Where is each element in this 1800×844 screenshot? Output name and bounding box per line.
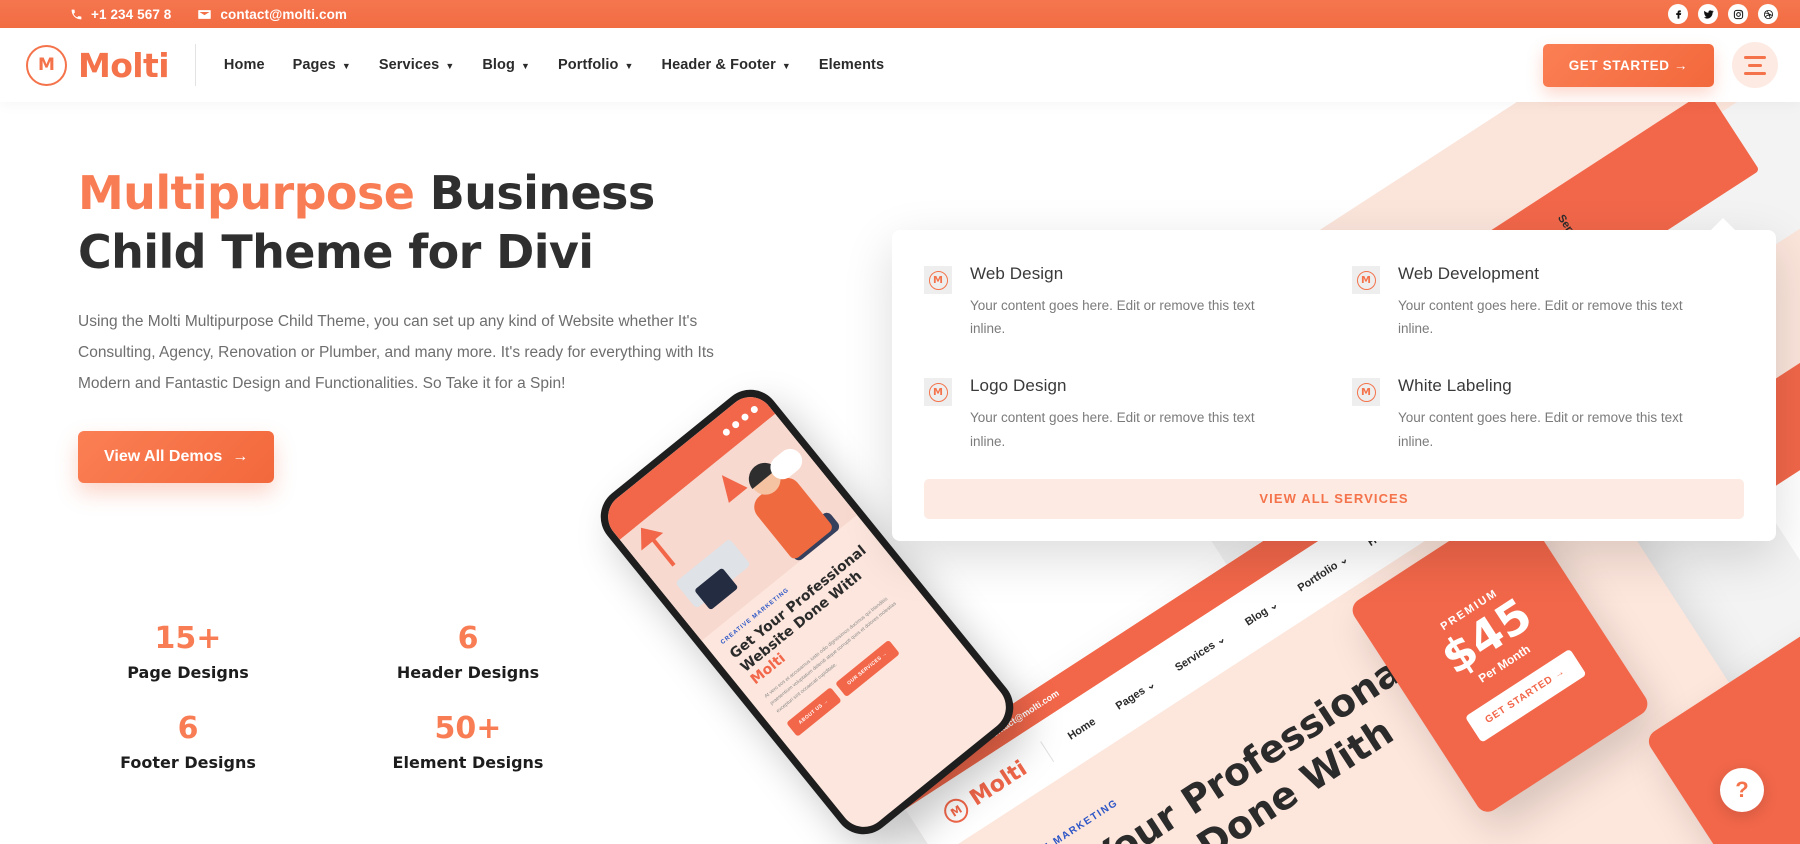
nav-item-blog[interactable]: Blog ▼ [482,57,530,73]
hamburger-icon[interactable] [1732,42,1778,88]
twitter-icon[interactable] [1698,4,1718,24]
page-title: Multipurpose Business Child Theme for Di… [78,164,758,282]
services-grid: M Web Design Your content goes here. Edi… [924,264,1744,453]
service-description: Your content goes here. Edit or remove t… [970,410,1255,449]
nav-item-portfolio[interactable]: Portfolio ▼ [558,57,634,73]
hero-section: Services & Footer +1 234 567 8 contact@m… [0,102,1800,844]
desktop-mockup-divider [1039,741,1054,763]
brand-mark-letter: M [38,54,55,75]
nav-label: Blog [482,57,515,73]
hero-title-highlight: Multipurpose [78,166,415,220]
nav-item-elements[interactable]: Elements [819,57,884,73]
molti-logo-icon: M [939,794,973,828]
chevron-down-icon: ▼ [781,61,791,71]
nav-item-pages[interactable]: Pages ▼ [293,57,351,73]
nav-divider [194,44,196,86]
molti-badge-icon: M [924,378,952,407]
topbar-phone[interactable]: +1 234 567 8 [70,7,171,22]
arrow-right-icon: → [232,447,249,465]
nav-item-home[interactable]: Home [224,57,265,73]
nav-actions: GET STARTED → [1542,42,1778,88]
stat-element-designs: 50+ Element Designs [358,712,578,772]
phone-icon [70,8,83,21]
stat-value: 50+ [434,711,502,746]
hero-copy: Multipurpose Business Child Theme for Di… [78,164,758,483]
dropdown-pointer-icon [1710,218,1736,231]
hamburger-bar [1744,71,1766,75]
envelope-icon [197,7,212,22]
stat-label: Element Designs [392,753,544,772]
molti-logo-icon: M [26,44,67,86]
view-all-demos-button[interactable]: View All Demos → [78,430,275,483]
chevron-down-icon: ▼ [624,61,634,71]
view-all-demos-label: View All Demos [104,447,223,465]
nav-item-header-footer[interactable]: Header & Footer ▼ [662,57,791,73]
service-description: Your content goes here. Edit or remove t… [1398,410,1683,449]
topbar-email[interactable]: contact@molti.com [197,7,347,22]
service-title: Logo Design [970,376,1067,396]
main-navigation: M Molti Home Pages ▼ Services ▼ Blog ▼ P… [0,28,1800,102]
stat-label: Header Designs [396,663,540,682]
chevron-down-icon: ▼ [341,61,351,71]
stat-header-designs: 6 Header Designs [358,622,578,682]
brand-name: Molti [78,45,170,85]
top-contact-bar: +1 234 567 8 contact@molti.com [0,0,1800,28]
stat-page-designs: 15+ Page Designs [78,622,298,682]
nav-label: Services [378,57,440,73]
hamburger-bar [1748,63,1762,67]
dribbble-icon[interactable] [1758,4,1778,24]
nav-label: Elements [818,57,885,73]
instagram-icon[interactable] [1728,4,1748,24]
nav-label: Portfolio [557,57,619,73]
chevron-down-icon: ▼ [520,61,530,71]
service-item-web-design[interactable]: M Web Design Your content goes here. Edi… [924,264,1316,340]
topbar-phone-text: +1 234 567 8 [91,6,172,22]
view-all-services-button[interactable]: VIEW ALL SERVICES [924,478,1744,519]
nav-label: Pages [292,57,336,73]
service-item-logo-design[interactable]: M Logo Design Your content goes here. Ed… [924,376,1316,452]
molti-badge-icon: M [924,266,952,294]
stat-value: 15+ [154,621,222,656]
nav-label: Header & Footer [661,57,776,73]
side-card-cta: GET STARTED → [1780,799,1800,844]
chevron-down-icon: ▼ [445,61,455,71]
molti-badge-icon: M [1352,378,1380,407]
service-title: Web Design [970,264,1064,283]
desktop-mockup-nav-item: Pages ⌄ [1113,677,1158,713]
service-title: Web Development [1398,264,1540,283]
stat-value: 6 [457,621,479,656]
topbar-contact-group: +1 234 567 8 contact@molti.com [70,7,347,22]
help-button[interactable]: ? [1720,768,1764,812]
molti-badge-icon: M [1352,266,1380,294]
hero-stats: 15+ Page Designs 6 Header Designs 6 Foot… [78,622,578,772]
get-started-button[interactable]: GET STARTED → [1542,43,1714,87]
social-links [1668,4,1778,24]
hamburger-bar [1744,55,1766,59]
desktop-mockup-nav-item: Home [1065,715,1098,743]
service-item-web-development[interactable]: M Web Development Your content goes here… [1352,264,1744,340]
nav-menu: Home Pages ▼ Services ▼ Blog ▼ Portfolio… [224,57,884,73]
stat-footer-designs: 6 Footer Designs [78,712,298,772]
service-description: Your content goes here. Edit or remove t… [970,298,1255,337]
desktop-mockup-nav-item: Blog ⌄ [1242,598,1281,629]
desktop-mockup-nav-item: Services ⌄ [1172,632,1228,674]
stat-label: Footer Designs [120,753,256,772]
services-dropdown-panel: M Web Design Your content goes here. Edi… [892,218,1776,541]
facebook-icon[interactable] [1668,4,1688,24]
topbar-email-text: contact@molti.com [220,6,348,22]
nav-item-services[interactable]: Services ▼ [379,57,454,73]
nav-label: Home [223,57,265,73]
stat-value: 6 [177,711,199,746]
service-description: Your content goes here. Edit or remove t… [1398,298,1683,337]
desktop-mockup-nav-item: Portfolio ⌄ [1295,552,1351,594]
service-title: White Labeling [1398,376,1512,396]
hero-subtitle: Using the Molti Multipurpose Child Theme… [78,312,714,392]
brand-logo[interactable]: M Molti [26,44,195,86]
stat-label: Page Designs [127,663,249,682]
service-item-white-labeling[interactable]: M White Labeling Your content goes here.… [1352,376,1744,452]
